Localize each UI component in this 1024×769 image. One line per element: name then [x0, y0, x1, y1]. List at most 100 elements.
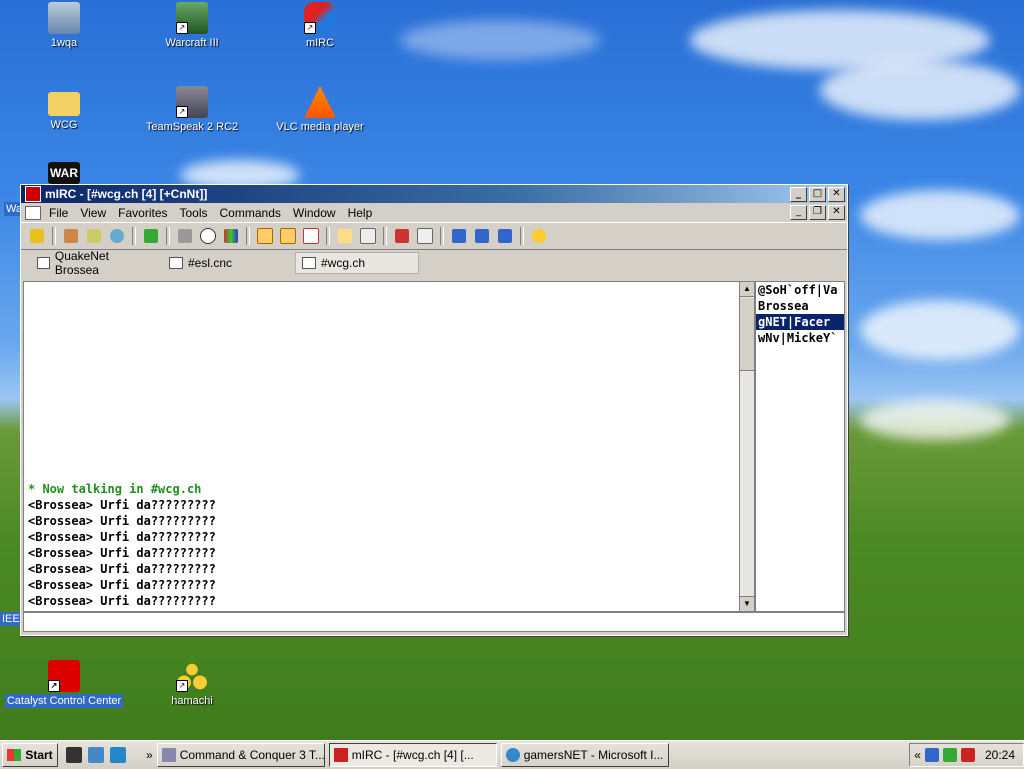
mdi-close-button[interactable]: ✕	[828, 205, 845, 220]
window-titlebar[interactable]: mIRC - [#wcg.ch [4] [+CnNt]] _ □ ✕	[21, 185, 847, 203]
taskbar: Start » Command & Conquer 3 T... mIRC - …	[0, 740, 1024, 769]
nick-list-item[interactable]: Brossea	[756, 298, 844, 314]
menu-file[interactable]: File	[43, 206, 74, 220]
desktop-icon-catalyst[interactable]: ↗ Catalyst Control Center	[0, 660, 128, 708]
nvidia-icon[interactable]	[942, 748, 957, 762]
desktop-icon-vlc[interactable]: VLC media player	[270, 86, 370, 134]
menu-tools[interactable]: Tools	[174, 206, 214, 220]
desktop-icon-label: Warcraft III	[165, 37, 219, 49]
desktop-icon-label: Catalyst Control Center	[4, 694, 124, 708]
logs-icon[interactable]	[358, 226, 378, 246]
desktop-icon-wcg[interactable]: WCG	[14, 86, 114, 132]
channel-window-icon	[302, 257, 316, 269]
url-list-icon[interactable]	[415, 226, 435, 246]
windows-flag-icon	[7, 749, 22, 761]
desktop-icon-teamspeak[interactable]: ↗ TeamSpeak 2 RC2	[142, 86, 242, 134]
desktop-icon-mirc[interactable]: ↗ mIRC	[270, 2, 370, 50]
desktop-icon-label: TeamSpeak 2 RC2	[145, 121, 239, 133]
quick-launch	[66, 747, 126, 763]
quick-launch-chevron-icon[interactable]: »	[146, 748, 153, 762]
desktop-icon-hamachi[interactable]: ↗ hamachi	[142, 660, 242, 708]
tab-label: #esl.cnc	[188, 256, 233, 270]
switchbar-tab-status[interactable]: QuakeNet Brossea	[31, 249, 153, 277]
dcc-chat-icon[interactable]	[278, 226, 298, 246]
menu-favorites[interactable]: Favorites	[112, 206, 173, 220]
nick-list-item-selected[interactable]: gNET|Facer	[756, 314, 844, 330]
scroll-thumb[interactable]	[740, 298, 754, 371]
received-files-icon[interactable]	[335, 226, 355, 246]
folder-icon	[48, 92, 80, 116]
mdi-restore-button[interactable]: ❐	[809, 205, 826, 220]
chat-line: <Brossea> Urfi da?????????	[28, 514, 216, 528]
dcc-options-icon[interactable]	[301, 226, 321, 246]
war-icon: WAR	[48, 162, 80, 184]
switchbar-tab-wcg-ch[interactable]: #wcg.ch	[295, 252, 419, 274]
desktop-icon-label: IEE	[0, 612, 22, 626]
desktop-icon-label: mIRC	[305, 37, 335, 49]
desktop-icon-war[interactable]: WAR	[14, 162, 114, 186]
chat-line: * Now talking in #wcg.ch	[28, 482, 202, 496]
minimize-button[interactable]: _	[790, 186, 807, 202]
desktop-icon-label: 1wqa	[50, 37, 78, 49]
start-label: Start	[25, 748, 53, 762]
desktop-icon-label: VLC media player	[276, 121, 364, 133]
quick-launch-app-icon[interactable]	[66, 747, 82, 763]
task-button-mirc[interactable]: mIRC - [#wcg.ch [4] [...	[328, 743, 497, 767]
tile-vertical-icon[interactable]	[495, 226, 515, 246]
tile-horizontal-icon[interactable]	[472, 226, 492, 246]
menu-help[interactable]: Help	[342, 206, 379, 220]
mdi-minimize-button[interactable]: _	[790, 205, 807, 220]
task-button-cnc3[interactable]: Command & Conquer 3 T...	[156, 743, 325, 767]
quick-launch-download-icon[interactable]	[110, 747, 126, 763]
menu-commands[interactable]: Commands	[214, 206, 287, 220]
menu-window[interactable]: Window	[287, 206, 342, 220]
status-window-icon	[37, 257, 50, 269]
timer-icon[interactable]	[198, 226, 218, 246]
channels-list-icon[interactable]	[107, 226, 127, 246]
switchbar-tab-esl-cnc[interactable]: #esl.cnc	[163, 253, 285, 273]
mirc-window[interactable]: mIRC - [#wcg.ch [4] [+CnNt]] _ □ ✕ File …	[20, 184, 848, 636]
close-button[interactable]: ✕	[828, 186, 845, 202]
scroll-down-arrow-icon[interactable]: ▼	[740, 596, 754, 611]
nick-list-item[interactable]: @SoH`off|Va	[756, 282, 844, 298]
scroll-up-arrow-icon[interactable]: ▲	[740, 282, 754, 297]
connect-icon[interactable]	[27, 226, 47, 246]
tray-clock[interactable]: 20:24	[985, 748, 1015, 762]
nick-list[interactable]: @SoH`off|Va Brossea gNET|Facer wNv|Micke…	[755, 281, 845, 612]
desktop-icon-warcraft-iii[interactable]: ↗ Warcraft III	[142, 2, 242, 50]
chat-log[interactable]: * Now talking in #wcg.ch <Brossea> Urfi …	[23, 281, 741, 612]
warcraft-iii-icon: ↗	[176, 2, 208, 34]
chat-line: <Brossea> Urfi da?????????	[28, 562, 216, 576]
tray-expand-chevron-icon[interactable]: «	[914, 748, 921, 762]
mirc-icon	[333, 748, 348, 762]
desktop-icon-my-computer[interactable]: 1wqa	[14, 2, 114, 50]
maximize-button[interactable]: □	[809, 186, 826, 202]
message-input[interactable]	[23, 612, 845, 632]
notify-icon[interactable]	[392, 226, 412, 246]
address-book-icon[interactable]	[84, 226, 104, 246]
chat-scrollbar[interactable]: ▲ ▼	[739, 281, 755, 612]
network-icon[interactable]	[924, 748, 939, 762]
cascade-icon[interactable]	[449, 226, 469, 246]
desktop-icon-partial-ie[interactable]: IEE	[0, 612, 22, 626]
window-title: mIRC - [#wcg.ch [4] [+CnNt]]	[45, 187, 208, 201]
dcc-send-icon[interactable]	[255, 226, 275, 246]
help-icon[interactable]	[529, 226, 549, 246]
chat-line: <Brossea> Urfi da?????????	[28, 530, 216, 544]
scripts-editor-icon[interactable]	[141, 226, 161, 246]
hamachi-icon: ↗	[176, 660, 208, 692]
nick-list-item[interactable]: wNv|MickeY`	[756, 330, 844, 346]
chat-line: <Brossea> Urfi da?????????	[28, 594, 216, 608]
notify-list-icon[interactable]	[175, 226, 195, 246]
options-icon[interactable]	[61, 226, 81, 246]
quick-launch-network-icon[interactable]	[88, 747, 104, 763]
colors-icon[interactable]	[221, 226, 241, 246]
channel-window-icon[interactable]	[25, 205, 41, 220]
desktop-icon-label: WCG	[50, 119, 78, 131]
task-button-gamersnet[interactable]: gamersNET - Microsoft I...	[500, 743, 669, 767]
mirc-title-icon	[25, 186, 41, 202]
menu-view[interactable]: View	[74, 206, 112, 220]
ati-icon[interactable]	[960, 748, 975, 762]
switchbar: QuakeNet Brossea #esl.cnc #wcg.ch	[21, 249, 847, 277]
start-button[interactable]: Start	[2, 743, 58, 767]
